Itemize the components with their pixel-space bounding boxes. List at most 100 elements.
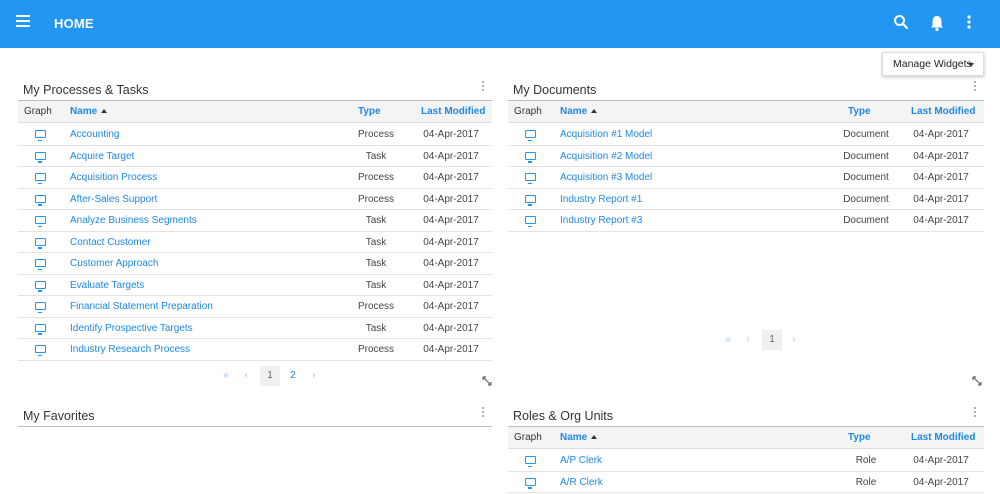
column-type[interactable]: Type [358,101,381,123]
search-icon[interactable] [893,14,913,34]
row-type: Task [365,236,387,248]
more-vert-icon[interactable] [480,407,486,421]
table-row[interactable]: Industry Research Process Process 04-Apr-2… [18,339,492,361]
row-name-link[interactable]: Identify Prospective Targets [70,318,193,339]
menu-icon[interactable] [16,15,30,29]
table-row[interactable]: Industry Report #1 Document 04-Apr-2017 [508,189,984,210]
monitor-icon[interactable] [35,302,46,313]
table-row[interactable]: Accounting Process 04-Apr-2017 [18,124,492,146]
column-last-modified[interactable]: Last Modified [911,427,975,449]
monitor-icon[interactable] [35,237,46,249]
more-vert-icon[interactable] [972,81,978,95]
manage-widgets-button[interactable]: Manage Widgets [882,52,984,76]
more-vert-icon[interactable] [972,407,978,421]
row-type: Document [843,215,889,226]
monitor-icon[interactable] [525,216,536,227]
next-page-button[interactable]: › [786,330,802,350]
page-2-button[interactable]: 2 [284,366,302,386]
monitor-icon[interactable] [35,345,46,356]
column-name[interactable]: Name [70,101,108,123]
table-row[interactable]: Customer Approach Task 04-Apr-2017 [18,253,492,275]
row-name-link[interactable]: A/R Clerk [560,472,603,493]
bell-icon[interactable] [929,14,949,34]
more-vert-icon[interactable] [966,14,986,34]
row-name-link[interactable]: Contact Customer [70,232,151,253]
expand-icon[interactable] [972,376,982,386]
table-row[interactable]: Acquire Target Task 04-Apr-2017 [18,146,492,167]
table-row[interactable]: A/R Clerk Role 04-Apr-2017 [508,472,984,493]
table-row[interactable]: Acquisition #3 Model Document 04-Apr-2017 [508,167,984,189]
table-row[interactable]: Financial Statement Preparation Process 04… [18,296,492,318]
row-type: Process [357,172,395,183]
column-name[interactable]: Name [560,101,598,123]
monitor-icon[interactable] [35,194,46,206]
table-row[interactable]: A/P Clerk Role 04-Apr-2017 [508,450,984,472]
monitor-icon[interactable] [35,130,46,141]
first-page-button[interactable]: « [720,330,736,350]
table-row[interactable]: Analyze Business Segments Task 04-Apr-2017 [18,210,492,232]
monitor-icon[interactable] [525,173,536,184]
row-name-link[interactable]: Acquisition #2 Model [560,146,652,167]
row-type: Document [843,172,889,183]
table-row[interactable]: Identify Prospective Targets Task 04-Apr-2… [18,318,492,339]
row-name-link[interactable]: Accounting [70,124,119,145]
column-type[interactable]: Type [848,101,871,123]
widget-my-favorites: My Favorites [18,404,492,494]
monitor-icon[interactable] [525,194,536,206]
monitor-icon[interactable] [35,151,46,163]
row-name-link[interactable]: A/P Clerk [560,450,602,471]
page-title: HOME [54,16,94,31]
row-name-link[interactable]: Customer Approach [70,253,158,274]
table-row[interactable]: Acquisition Process Process 04-Apr-2017 [18,167,492,189]
pagination: « ‹ 1 2 › [218,366,338,386]
row-name-link[interactable]: Industry Research Process [70,339,190,360]
prev-page-button[interactable]: ‹ [238,366,254,386]
table-row[interactable]: Evaluate Targets Task 04-Apr-2017 [18,275,492,296]
table-row[interactable]: Industry Report #3 Document 04-Apr-2017 [508,210,984,232]
table-row[interactable]: After-Sales Support Process 04-Apr-2017 [18,189,492,210]
row-name-link[interactable]: Industry Report #3 [560,210,642,231]
monitor-icon[interactable] [525,151,536,163]
monitor-icon[interactable] [35,259,46,270]
widget-my-documents: My Documents Graph Name Type Last Modifi… [508,78,984,390]
column-type[interactable]: Type [848,427,871,449]
monitor-icon[interactable] [35,216,46,227]
row-last-modified: 04-Apr-2017 [913,476,969,488]
row-type: Task [365,150,387,162]
column-last-modified[interactable]: Last Modified [421,101,485,123]
monitor-icon[interactable] [35,173,46,184]
row-name-link[interactable]: Acquire Target [70,146,134,167]
row-name-link[interactable]: Analyze Business Segments [70,210,197,231]
row-type: Document [843,193,889,205]
page-1-button[interactable]: 1 [762,330,782,350]
column-name[interactable]: Name [560,427,598,449]
monitor-icon[interactable] [525,130,536,141]
row-name-link[interactable]: Acquisition #1 Model [560,124,652,145]
row-name-link[interactable]: Financial Statement Preparation [70,296,213,317]
sort-asc-icon [591,435,598,439]
row-type: Task [365,279,387,291]
column-last-modified[interactable]: Last Modified [911,101,975,123]
expand-icon[interactable] [482,376,492,386]
table-row[interactable]: Acquisition #2 Model Document 04-Apr-2017 [508,146,984,167]
row-name-link[interactable]: Evaluate Targets [70,275,144,296]
row-type: Process [357,301,395,312]
page-1-button[interactable]: 1 [260,366,280,386]
row-name-link[interactable]: Industry Report #1 [560,189,642,210]
monitor-icon[interactable] [525,477,536,489]
table-row[interactable]: Acquisition #1 Model Document 04-Apr-2017 [508,124,984,146]
more-vert-icon[interactable] [480,81,486,95]
monitor-icon[interactable] [35,323,46,335]
row-name-link[interactable]: After-Sales Support [70,189,157,210]
row-last-modified: 04-Apr-2017 [423,344,479,355]
table-row[interactable]: Contact Customer Task 04-Apr-2017 [18,232,492,253]
monitor-icon[interactable] [525,456,536,467]
prev-page-button[interactable]: ‹ [740,330,756,350]
next-page-button[interactable]: › [306,366,322,386]
first-page-button[interactable]: « [218,366,234,386]
row-name-link[interactable]: Acquisition #3 Model [560,167,652,188]
monitor-icon[interactable] [35,280,46,292]
row-last-modified: 04-Apr-2017 [913,193,969,205]
table-header: Graph Name Type Last Modified [508,427,984,449]
row-name-link[interactable]: Acquisition Process [70,167,157,188]
